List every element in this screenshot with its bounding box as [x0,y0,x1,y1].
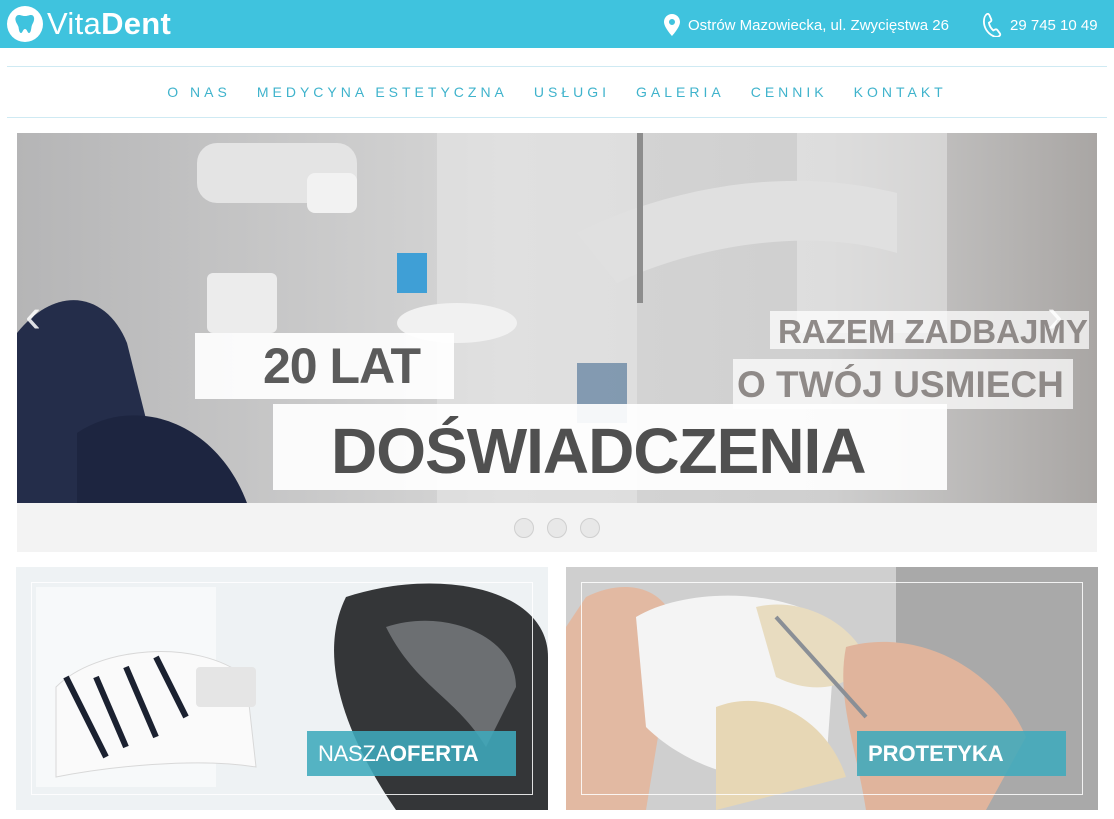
hero-slider: 20 LAT DOŚWIADCZENIA RAZEM ZADBAJMY O TW… [17,133,1097,503]
nav-item-kontakt[interactable]: KONTAKT [854,84,947,100]
slide-tagline-1: RAZEM ZADBAJMY [770,311,1089,349]
logo-text: VitaDent [47,6,172,41]
address-text: Ostrów Mazowiecka, ul. Zwycięstwa 26 [688,16,949,34]
tile-oferta-label[interactable]: NASZA OFERTA [307,731,516,776]
slider-dot-3[interactable] [580,517,600,538]
slider-dot-1[interactable] [514,517,534,538]
tile-protetyka[interactable]: PROTETYKA [566,567,1098,810]
map-pin-icon [664,14,680,36]
tile-oferta[interactable]: NASZA OFERTA [16,567,548,810]
nav-item-galeria[interactable]: GALERIA [636,84,725,100]
slider-next-arrow[interactable]: › [1047,293,1063,341]
top-bar: VitaDent Ostrów Mazowiecka, ul. Zwycięst… [0,0,1114,48]
phone-icon [982,13,1002,37]
tile-protetyka-label[interactable]: PROTETYKA [857,731,1066,776]
slide-tagline-2: O TWÓJ USMIECH [733,359,1073,409]
logo[interactable]: VitaDent [7,5,171,43]
slider-prev-arrow[interactable]: ‹ [25,293,41,341]
slide-headline-years: 20 LAT [195,333,454,399]
nav-item-uslugi[interactable]: USŁUGI [534,84,610,100]
slide-headline-experience: DOŚWIADCZENIA [273,404,947,490]
tooth-icon [7,6,43,42]
slider-dot-2[interactable] [547,517,567,538]
address: Ostrów Mazowiecka, ul. Zwycięstwa 26 [664,13,949,37]
nav-item-medycyna-estetyczna[interactable]: MEDYCYNA ESTETYCZNA [257,84,508,100]
phone-text: 29 745 10 49 [1010,16,1098,34]
nav-item-cennik[interactable]: CENNIK [751,84,828,100]
slider-pagination [17,503,1097,552]
nav-item-o-nas[interactable]: O NAS [167,84,231,100]
phone[interactable]: 29 745 10 49 [982,13,1098,37]
main-nav: O NAS MEDYCYNA ESTETYCZNA USŁUGI GALERIA… [7,66,1107,118]
